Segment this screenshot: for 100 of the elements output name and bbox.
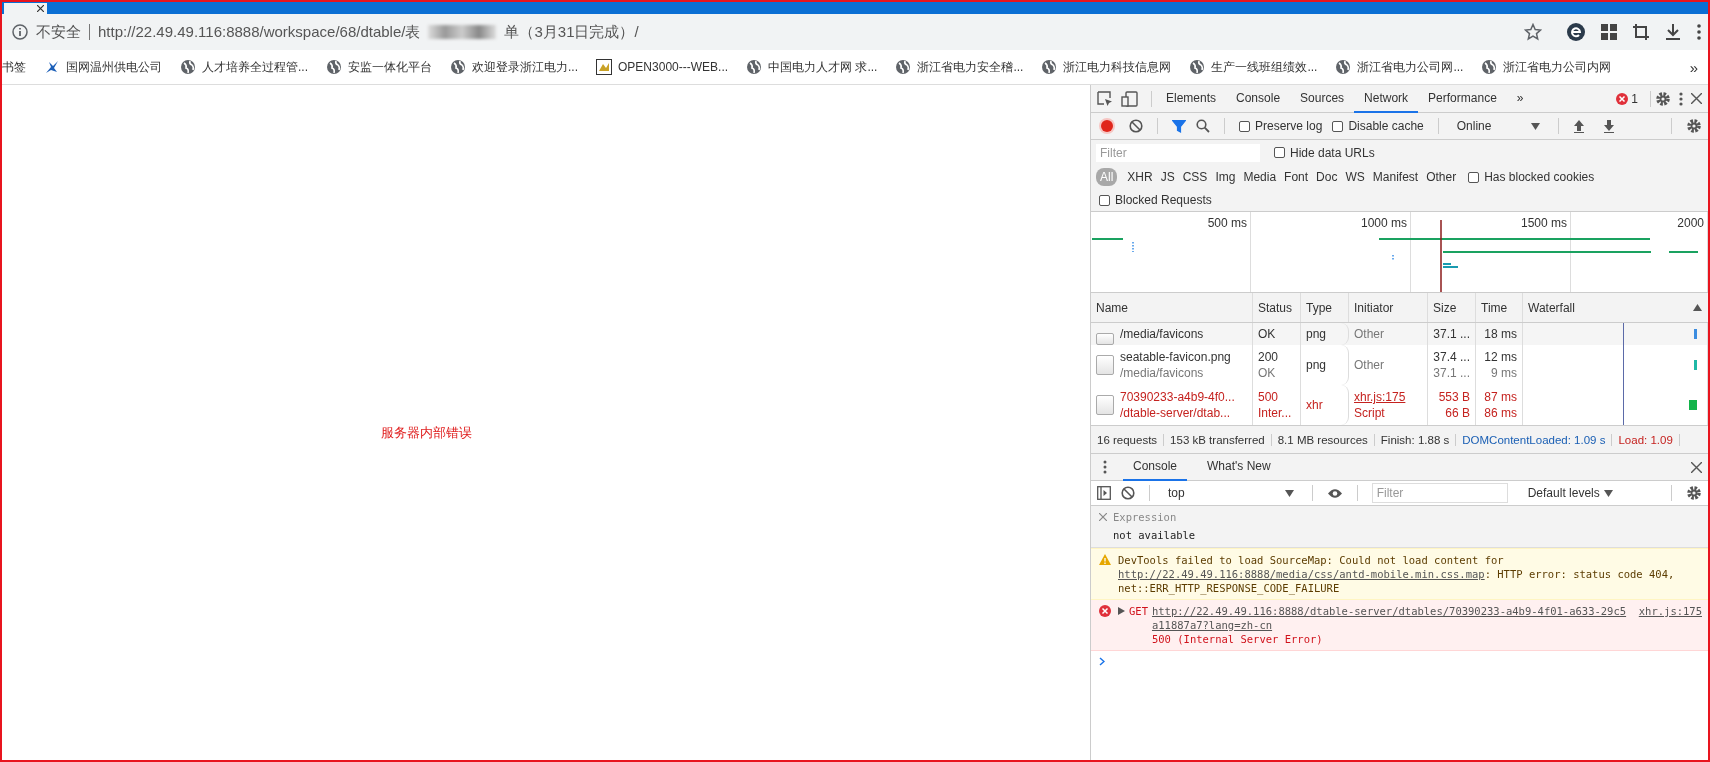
upload-icon[interactable] [1573, 119, 1586, 133]
checkbox[interactable] [1099, 194, 1110, 206]
bookmark-link[interactable]: 浙江省电力公司内网 [1503, 58, 1612, 76]
eye-icon[interactable] [1326, 487, 1343, 499]
globe-icon [180, 59, 196, 75]
initiator-text: Other [1354, 327, 1385, 341]
bookmark-link[interactable]: OPEN3000---WEB... [618, 60, 729, 74]
inspect-icon[interactable] [1097, 90, 1113, 107]
url-text[interactable]: http://22.49.49.116:8888/workspace/68/dtable/表 [98, 22, 421, 42]
bookmarks-label[interactable]: 书签 [2, 58, 26, 76]
type-filter-button[interactable]: JS [1156, 168, 1179, 186]
bookmark-link[interactable]: 浙江电力科技信息网 [1063, 58, 1172, 76]
column-header[interactable]: Time [1481, 300, 1508, 315]
request-name[interactable]: 70390233-a4b9-4f0... [1120, 390, 1235, 404]
checkbox[interactable] [1274, 147, 1285, 158]
close-icon[interactable] [1691, 461, 1702, 473]
settings-icon[interactable] [1686, 485, 1702, 501]
initiator-text[interactable]: xhr.js:175 [1354, 390, 1422, 404]
bookmark-link[interactable]: 浙江省电力安全稽... [917, 58, 1024, 76]
prompt-chevron-icon[interactable] [1099, 657, 1105, 666]
checkbox[interactable] [1332, 120, 1344, 132]
menu-icon[interactable] [1696, 23, 1702, 41]
summary-text: 8.1 MB resources [1271, 433, 1375, 446]
error-count[interactable]: 1 [1631, 91, 1638, 106]
column-header[interactable]: Initiator [1354, 300, 1394, 315]
type-text: xhr [1306, 398, 1324, 412]
source-map-link[interactable]: http://22.49.49.116:8888/media/css/antd-mobile.min.css.map [1118, 568, 1485, 580]
file-icon [1096, 333, 1114, 345]
filter-icon[interactable] [1172, 119, 1186, 133]
sort-ascending-icon[interactable] [1693, 304, 1702, 311]
caret-down-icon [1603, 489, 1613, 497]
more-bookmarks-button[interactable]: » [1689, 58, 1698, 76]
drawer-tab[interactable]: What's New [1197, 453, 1281, 481]
checkbox[interactable] [1239, 120, 1250, 132]
settings-icon[interactable] [1686, 118, 1702, 134]
log-levels-dropdown[interactable]: Default levels [1523, 486, 1617, 500]
sidebar-icon[interactable] [1097, 486, 1111, 500]
expand-triangle-icon[interactable] [1118, 607, 1125, 615]
error-status: 500 (Internal Server Error) [1151, 632, 1323, 646]
search-icon[interactable] [1196, 119, 1210, 133]
context-dropdown[interactable]: top [1164, 486, 1298, 500]
bookmark-link[interactable]: 人才培养全过程管... [202, 58, 308, 76]
download-icon[interactable] [1664, 23, 1682, 41]
bookmark-link[interactable]: 中国电力人才网 求... [768, 58, 878, 76]
star-icon[interactable] [1524, 23, 1542, 41]
type-filter-button[interactable]: Img [1211, 168, 1240, 186]
size-text: 37.4 ... [1433, 350, 1470, 364]
more-options-icon[interactable] [1679, 90, 1683, 107]
column-header[interactable]: Waterfall [1528, 300, 1575, 315]
column-header[interactable]: Status [1258, 300, 1293, 315]
more-options-icon[interactable] [1103, 460, 1107, 474]
close-icon[interactable] [37, 5, 44, 12]
more-tabs-button[interactable]: » [1506, 84, 1534, 113]
status-text: 200 [1258, 350, 1280, 364]
url-text[interactable]: 单（3月31日完成）/ [504, 22, 639, 42]
checkbox[interactable] [1468, 171, 1480, 183]
extension-e-icon[interactable] [1566, 22, 1586, 42]
crop-icon[interactable] [1632, 23, 1650, 41]
bookmark-link[interactable]: 国网温州供电公司 [66, 58, 162, 76]
request-name[interactable]: /media/favicons [1120, 327, 1204, 341]
checkbox-label: Preserve log [1255, 119, 1323, 133]
type-filter-button[interactable]: Font [1280, 168, 1313, 186]
settings-icon[interactable] [1655, 90, 1671, 107]
download-icon[interactable] [1603, 119, 1616, 133]
bookmark-link[interactable]: 安监一体化平台 [348, 58, 432, 76]
request-url-link[interactable]: http://22.49.49.116:8888/dtable-server/dtables/70390233-a4b9-4f01-a633-29c5a11887a7?lang=zh-cn [1151, 604, 1632, 632]
info-icon [12, 24, 28, 40]
request-name[interactable]: /dtable-server/dtab... [1120, 406, 1235, 420]
request-name[interactable]: seatable-favicon.png [1120, 350, 1231, 364]
summary-text: 16 requests [1091, 433, 1165, 446]
devtools-tab[interactable]: Console [1226, 84, 1291, 113]
throttling-dropdown[interactable]: Online [1452, 119, 1545, 133]
device-icon[interactable] [1121, 90, 1139, 107]
bookmark-link[interactable]: 欢迎登录浙江电力... [472, 58, 579, 76]
request-name[interactable]: /media/favicons [1120, 366, 1231, 380]
remove-expression-icon[interactable] [1099, 513, 1107, 521]
source-link[interactable]: xhr.js:175 [1638, 604, 1702, 618]
column-header[interactable]: Type [1306, 300, 1332, 315]
column-header[interactable]: Size [1433, 300, 1457, 315]
expression-value: not available [1112, 529, 1197, 541]
bookmark-link[interactable]: 生产一线班组绩效... [1211, 58, 1318, 76]
column-header[interactable]: Name [1096, 300, 1128, 315]
type-filter-button[interactable]: XHR [1123, 168, 1157, 186]
type-filter-button[interactable]: Media [1239, 168, 1281, 186]
clear-icon[interactable] [1121, 486, 1135, 500]
devtools-tab[interactable]: Performance [1418, 84, 1507, 113]
devtools-tab[interactable]: Sources [1290, 84, 1355, 113]
timeline-tick-label: 1000 ms [1360, 216, 1407, 230]
clear-icon[interactable] [1129, 119, 1143, 133]
record-button[interactable] [1101, 120, 1113, 132]
type-filter-button[interactable]: Manifest [1368, 168, 1423, 186]
type-filter-button[interactable]: Other [1422, 168, 1461, 186]
bookmark-link[interactable]: 浙江省电力公司网... [1357, 58, 1464, 76]
type-filter-button[interactable]: CSS [1178, 168, 1212, 186]
devtools-tab[interactable]: Elements [1156, 84, 1227, 113]
globe-icon [746, 59, 763, 75]
grid-icon[interactable] [1600, 23, 1618, 41]
type-filter-button[interactable]: WS [1341, 168, 1369, 186]
type-filter-button[interactable]: Doc [1312, 168, 1342, 186]
close-icon[interactable] [1691, 93, 1702, 104]
